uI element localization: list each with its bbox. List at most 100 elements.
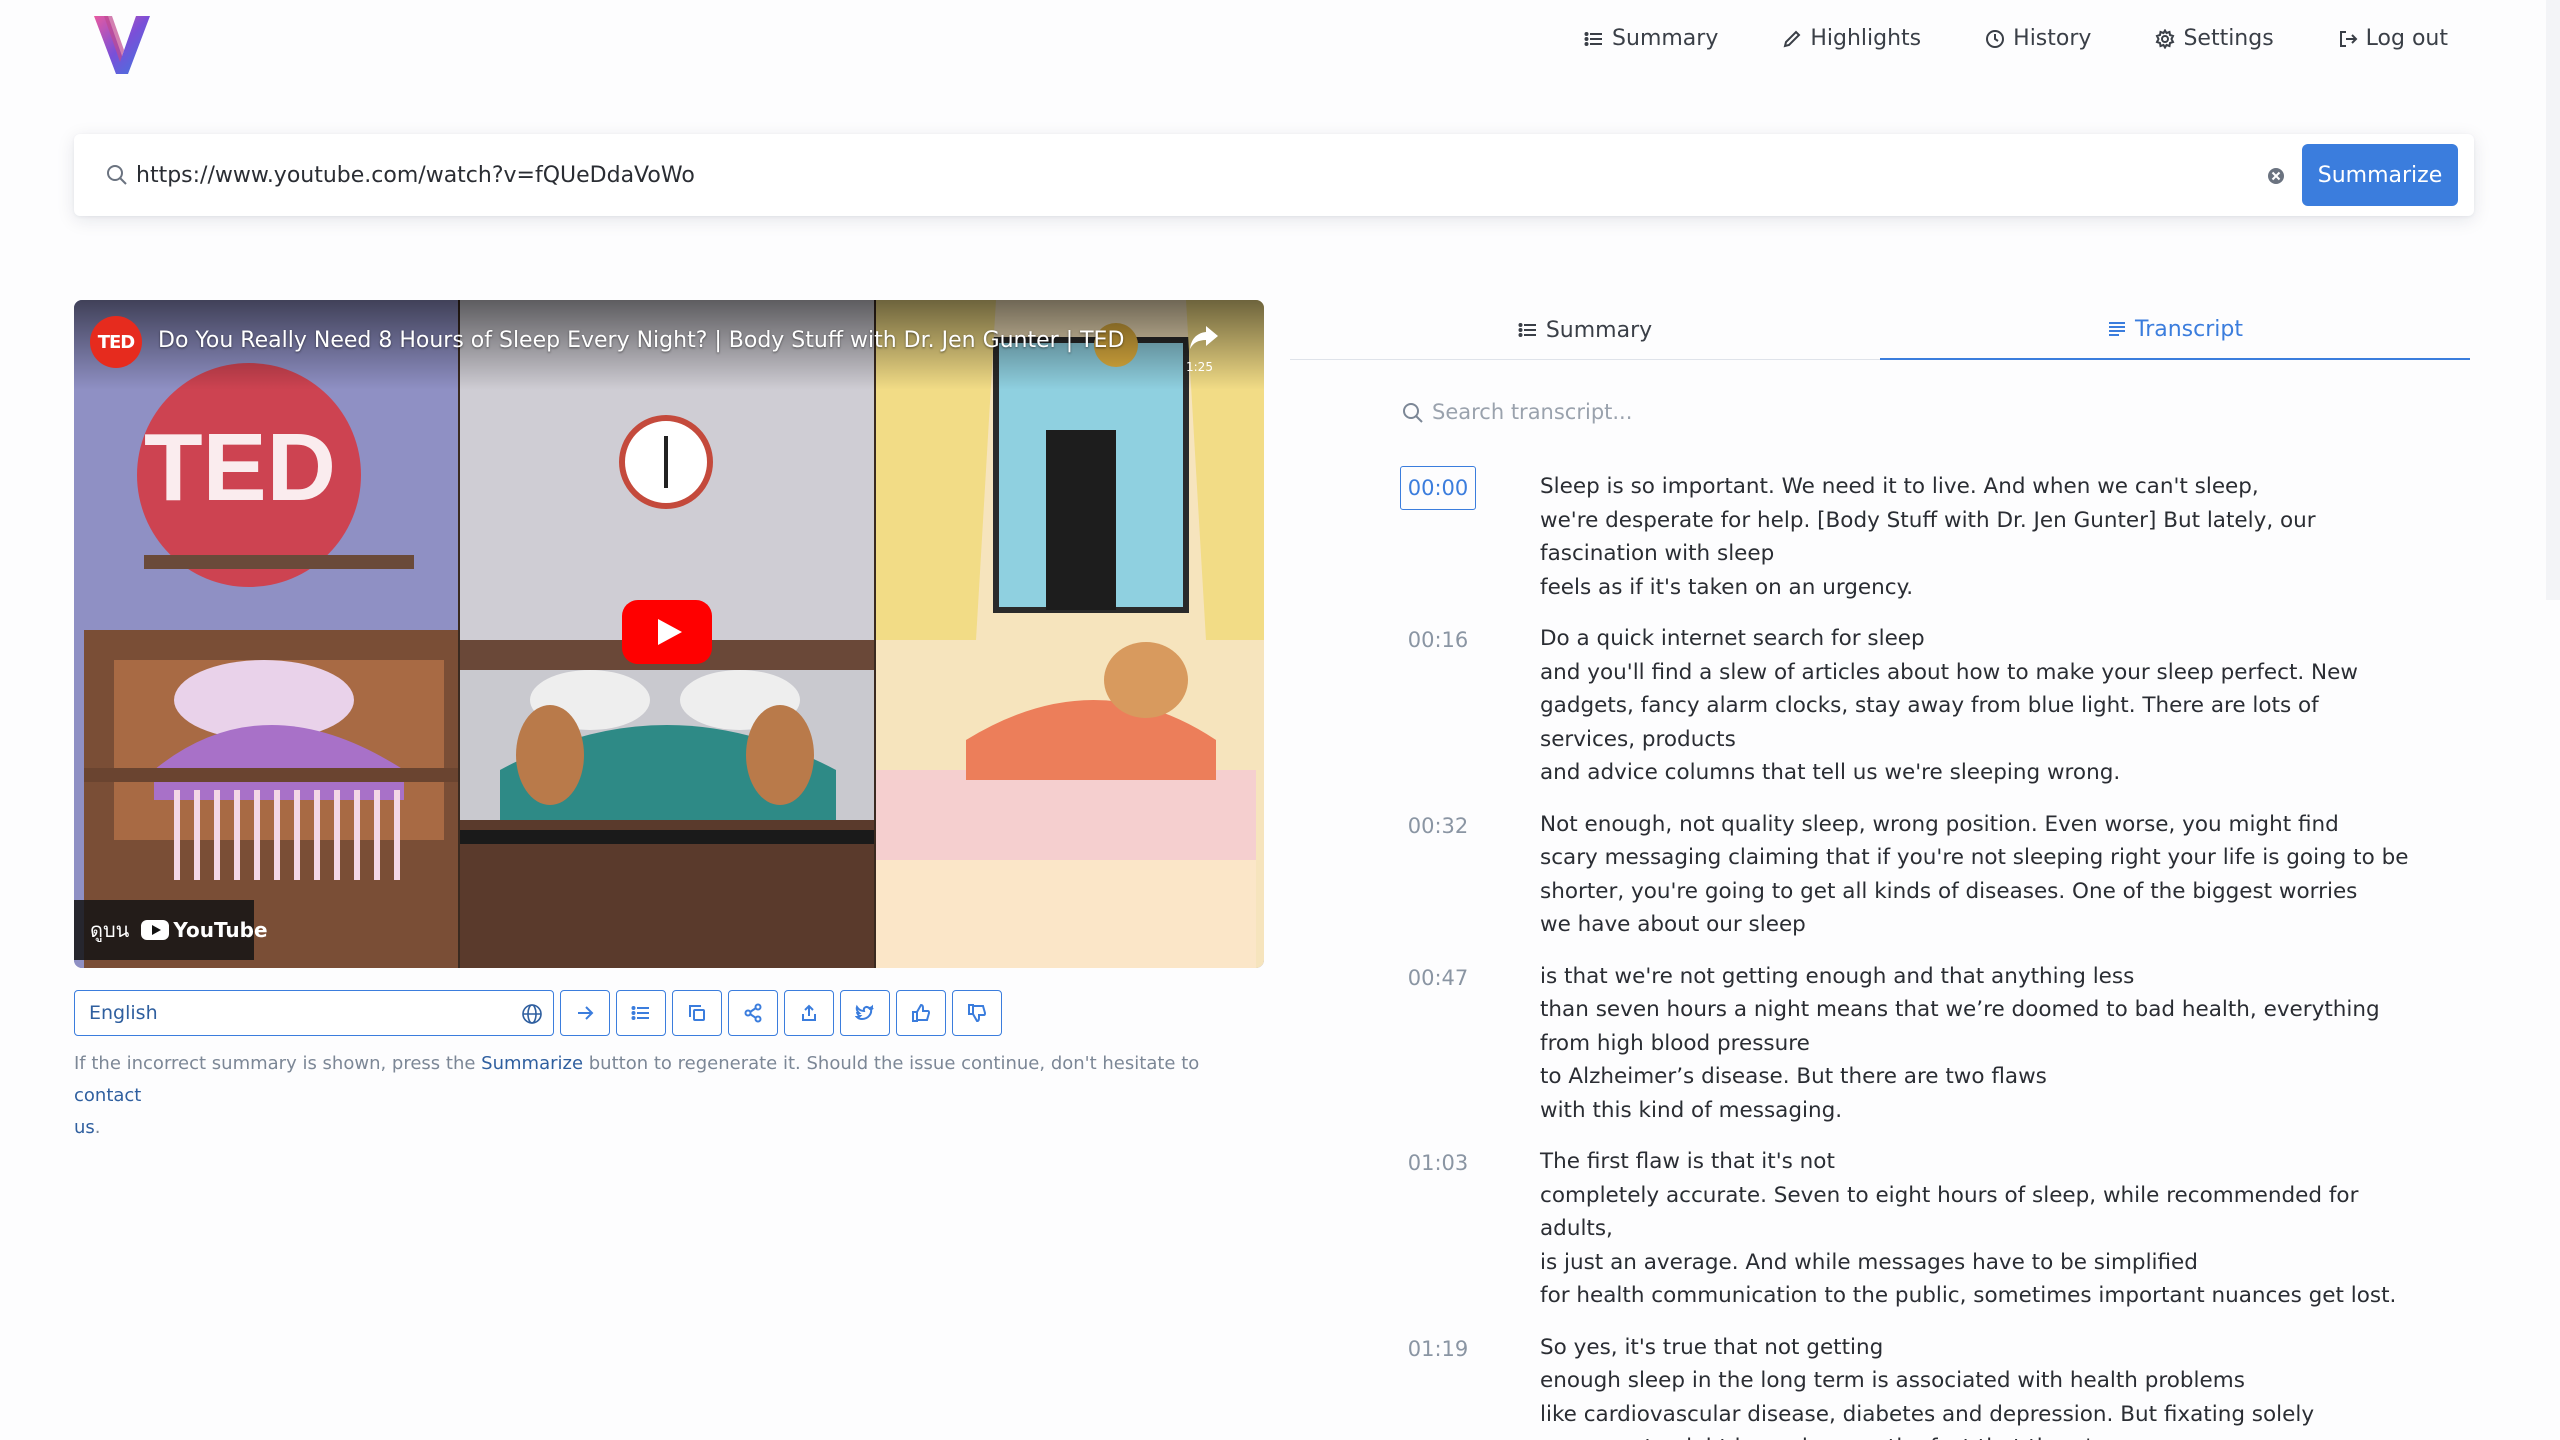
segment-line: with this kind of messaging. xyxy=(1540,1097,1843,1123)
segment-line: from high blood pressure xyxy=(1540,1030,1810,1056)
share-button[interactable] xyxy=(728,990,778,1036)
thumbs-up-button[interactable] xyxy=(896,990,946,1036)
segment-line: So yes, it's true that not getting xyxy=(1540,1334,1884,1360)
summarize-button[interactable]: Summarize xyxy=(2302,144,2458,206)
nav-summary-label: Summary xyxy=(1612,26,1719,51)
notice-text-3: . xyxy=(94,1117,101,1138)
timestamp-link[interactable]: 00:00 xyxy=(1400,466,1476,510)
transcript-search-input[interactable] xyxy=(1432,390,2392,434)
video-thumbnail-panel-left: TED xyxy=(74,300,458,968)
segment-line: we're desperate for help. [Body Stuff wi… xyxy=(1540,507,2316,533)
clear-icon[interactable] xyxy=(2266,166,2286,186)
arrow-right-icon xyxy=(578,1006,594,1020)
nav-logout[interactable]: Log out xyxy=(2338,26,2448,51)
logout-icon xyxy=(2338,29,2358,49)
segment-line: gadgets, fancy alarm clocks, stay away f… xyxy=(1540,693,2319,718)
channel-avatar[interactable]: TED xyxy=(90,316,142,368)
segment-line: is just an average. And while messages h… xyxy=(1540,1249,2198,1275)
timestamp-link[interactable]: 00:32 xyxy=(1400,804,1476,848)
timestamp-link[interactable]: 00:16 xyxy=(1400,618,1476,662)
segment-line: Not enough, not quality sleep, wrong pos… xyxy=(1540,811,2339,837)
nav-highlights[interactable]: Highlights xyxy=(1782,26,1921,51)
watch-on-label: ดูบน xyxy=(90,918,130,942)
share-count: 1:25 xyxy=(1186,360,1213,374)
segment-line: Sleep is so important. We need it to liv… xyxy=(1540,474,2259,499)
segment-line: enough sleep in the long term is associa… xyxy=(1540,1368,2245,1393)
app-logo[interactable] xyxy=(90,10,154,78)
timestamp-link[interactable]: 00:47 xyxy=(1400,956,1476,1000)
segment-line: The first flaw is that it's not xyxy=(1540,1149,1835,1174)
url-input[interactable] xyxy=(136,152,2316,198)
transcript-segment: 00:16 Do a quick internet search for sle… xyxy=(1400,618,2400,790)
segment-line: feels as if it's taken on an urgency. xyxy=(1540,574,1914,600)
twitter-button[interactable] xyxy=(840,990,890,1036)
text-lines-icon xyxy=(2109,322,2125,336)
globe-icon xyxy=(522,1004,542,1024)
segment-line: adults, xyxy=(1540,1216,1613,1241)
video-title[interactable]: Do You Really Need 8 Hours of Sleep Ever… xyxy=(158,328,1124,353)
video-player[interactable]: TED TED Do You Really Need 8 Hours of Sl… xyxy=(74,300,1264,968)
transcript-search xyxy=(1398,390,2398,434)
language-value: English xyxy=(89,1002,158,1024)
twitter-icon xyxy=(855,1004,874,1021)
thumbs-down-icon xyxy=(968,1004,987,1023)
segment-line: for health communication to the public, … xyxy=(1540,1283,2397,1308)
notice-text-2: button to regenerate it. Should the issu… xyxy=(583,1053,1200,1074)
nav-highlights-label: Highlights xyxy=(1810,26,1922,51)
search-icon xyxy=(1403,403,1423,423)
regenerate-notice: If the incorrect summary is shown, press… xyxy=(74,1048,1264,1144)
watch-on-youtube[interactable]: ดูบน YouTube xyxy=(74,900,268,960)
url-search-bar: Summarize xyxy=(74,134,2474,216)
notice-text-1: If the incorrect summary is shown, press… xyxy=(74,1053,482,1074)
segment-line: services, products xyxy=(1540,726,1736,752)
segment-line: and you'll find a slew of articles about… xyxy=(1540,659,2358,685)
segment-line: scary messaging claiming that if you're … xyxy=(1540,845,2409,870)
go-button[interactable] xyxy=(560,990,610,1036)
nav-summary[interactable]: Summary xyxy=(1584,26,1718,51)
segment-text: is that we're not getting enough and tha… xyxy=(1540,956,2380,1128)
play-button[interactable] xyxy=(622,600,712,664)
nav-settings-label: Settings xyxy=(2183,26,2274,51)
timestamp-link[interactable]: 01:03 xyxy=(1400,1141,1476,1185)
notice-summarize-link[interactable]: Summarize xyxy=(481,1053,583,1074)
timestamp-link[interactable]: 01:19 xyxy=(1400,1327,1476,1371)
nav-history[interactable]: History xyxy=(1985,26,2091,51)
clock-icon xyxy=(1985,29,2005,49)
transcript-segment: 01:19 So yes, it's true that not getting… xyxy=(1400,1327,2400,1440)
nav-history-label: History xyxy=(2013,26,2092,51)
content-tabs: Summary Transcript xyxy=(1290,300,2470,360)
nav-settings[interactable]: Settings xyxy=(2155,26,2274,51)
tab-summary[interactable]: Summary xyxy=(1290,300,1880,360)
segment-text: The first flaw is that it's not complete… xyxy=(1540,1141,2396,1313)
tab-summary-label: Summary xyxy=(1545,317,1653,343)
youtube-logo: YouTube xyxy=(141,918,268,942)
tab-transcript[interactable]: Transcript xyxy=(1880,300,2470,360)
segment-text: Sleep is so important. We need it to liv… xyxy=(1540,466,2316,604)
youtube-label: YouTube xyxy=(173,918,268,942)
copy-button[interactable] xyxy=(672,990,722,1036)
share-icon[interactable] xyxy=(1184,318,1224,358)
segment-line: completely accurate. Seven to eight hour… xyxy=(1540,1182,2359,1208)
transcript-segment: 01:03 The first flaw is that it's not co… xyxy=(1400,1141,2400,1313)
list-view-button[interactable] xyxy=(616,990,666,1036)
transcript-segment: 00:47 is that we're not getting enough a… xyxy=(1400,956,2400,1128)
youtube-icon xyxy=(141,920,170,940)
thumbs-down-button[interactable] xyxy=(952,990,1002,1036)
export-button[interactable] xyxy=(784,990,834,1036)
pencil-icon xyxy=(1782,29,1802,49)
nav-logout-label: Log out xyxy=(2365,26,2448,51)
transcript-list: 00:00 Sleep is so important. We need it … xyxy=(1400,466,2408,1440)
segment-line: fascination with sleep xyxy=(1540,541,1775,566)
ted-watermark: TED xyxy=(144,414,336,521)
segment-line: like cardiovascular disease, diabetes an… xyxy=(1540,1401,2315,1427)
segment-line: on seven to eight hours ignores the fact… xyxy=(1540,1431,2314,1440)
video-toolbar: English xyxy=(74,990,1002,1036)
language-select[interactable]: English xyxy=(74,990,554,1036)
contact-us-link[interactable]: contact xyxy=(74,1085,141,1106)
list-icon xyxy=(1518,323,1536,337)
segment-text: Do a quick internet search for sleep and… xyxy=(1540,618,2358,790)
segment-line: is that we're not getting enough and tha… xyxy=(1540,963,2135,989)
contact-us-link-cont[interactable]: us xyxy=(74,1117,95,1138)
list-icon xyxy=(631,1006,649,1020)
page-scrollbar[interactable] xyxy=(2546,0,2560,600)
